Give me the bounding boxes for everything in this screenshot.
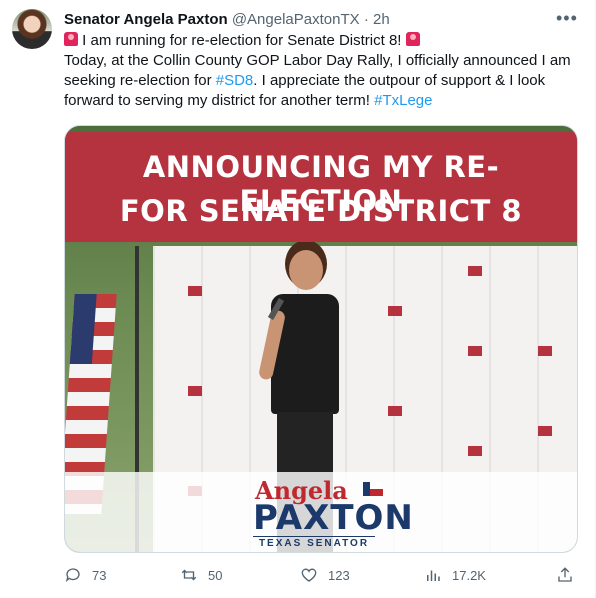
like-button[interactable]: 123 (300, 566, 350, 584)
hashtag-sd8[interactable]: #SD8 (216, 72, 254, 89)
backdrop-logo (373, 306, 417, 328)
logo-last-name: PAXTON (253, 498, 414, 538)
views-button[interactable]: 17.2K (424, 566, 486, 584)
heart-icon (301, 568, 317, 582)
texas-flag-icon (363, 482, 383, 496)
action-bar: 73 50 123 17.2K (0, 566, 596, 590)
tweet-line1: I am running for re-election for Senate … (82, 32, 402, 49)
tweet-text: I am running for re-election for Senate … (64, 31, 580, 111)
announcement-banner: ANNOUNCING MY RE-ELECTION FOR SENATE DIS… (65, 132, 577, 242)
backdrop-logo (523, 346, 567, 368)
retweet-count: 50 (208, 567, 223, 583)
backdrop-logo (523, 426, 567, 448)
tweet-header: Senator Angela Paxton @AngelaPaxtonTX · … (64, 10, 390, 30)
views-count: 17.2K (452, 567, 486, 583)
reply-button[interactable]: 73 (64, 566, 106, 584)
banner-line2: FOR SENATE DISTRICT 8 (119, 194, 523, 228)
reply-count: 73 (92, 567, 107, 583)
tweet: Senator Angela Paxton @AngelaPaxtonTX · … (0, 0, 596, 598)
avatar[interactable] (12, 9, 52, 49)
tweet-timestamp[interactable]: 2h (373, 11, 390, 28)
backdrop-logo (453, 266, 497, 288)
backdrop-logo (453, 346, 497, 368)
backdrop-logo (173, 286, 217, 308)
like-count: 123 (328, 567, 350, 583)
more-options-icon[interactable]: ••• (556, 8, 578, 29)
tweet-media-image[interactable]: ANNOUNCING MY RE-ELECTION FOR SENATE DIS… (64, 125, 578, 553)
backdrop-logo (453, 446, 497, 468)
backdrop-logo (173, 386, 217, 408)
siren-emoji-icon (405, 32, 420, 46)
separator-dot: · (363, 11, 369, 28)
backdrop-logo (373, 406, 417, 428)
share-icon (558, 567, 572, 582)
siren-emoji-icon (64, 32, 78, 46)
author-name[interactable]: Senator Angela Paxton (64, 11, 228, 28)
retweet-button[interactable]: 50 (180, 566, 222, 584)
reply-icon (65, 568, 80, 583)
retweet-icon (181, 569, 197, 581)
hashtag-txlege[interactable]: #TxLege (374, 92, 432, 109)
views-chart-icon (427, 570, 440, 581)
logo-title: TEXAS SENATOR (253, 536, 375, 549)
share-button[interactable] (556, 566, 574, 584)
author-handle[interactable]: @AngelaPaxtonTX (232, 11, 360, 28)
